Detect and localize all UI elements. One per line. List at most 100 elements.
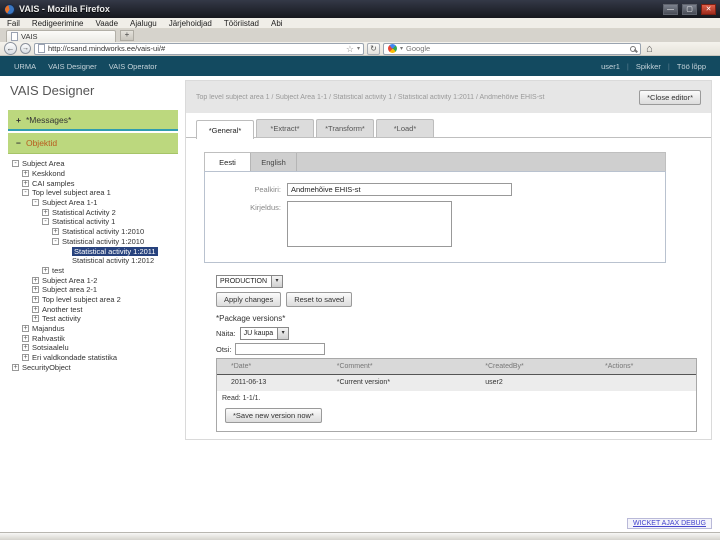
close-button[interactable]: ✕ [701, 3, 716, 15]
tree-node-label[interactable]: Majandus [32, 324, 65, 333]
filter-select[interactable]: JU kaupa ▾ [239, 327, 290, 340]
tree-node[interactable]: - Top level subject area 1 [8, 188, 178, 198]
tree-node-label[interactable]: Rahvastik [32, 334, 65, 343]
tree-expander-icon[interactable]: - [22, 189, 29, 197]
tree-node-label[interactable]: Top level subject area 2 [42, 295, 121, 304]
tree-node[interactable]: + Majandus [8, 324, 178, 334]
tree-node-label[interactable]: Test activity [42, 314, 81, 323]
tree-node-label[interactable]: Another test [42, 305, 82, 314]
tree-node[interactable]: + Keskkond [8, 169, 178, 179]
status-select[interactable]: PRODUCTION ▾ [216, 275, 284, 288]
tree-expander-icon[interactable]: + [22, 334, 29, 342]
tree-node[interactable]: Statistical activity 1:2011 [8, 246, 178, 256]
tree-expander-icon[interactable]: + [32, 276, 39, 284]
editor-tab-0[interactable]: *General* [196, 120, 254, 139]
menu-item[interactable]: Vaade [95, 19, 118, 28]
tree-expander-icon[interactable]: + [22, 354, 29, 362]
tree-expander-icon[interactable]: + [32, 295, 39, 303]
search-magnifier-icon[interactable] [630, 45, 636, 52]
accordion-messages[interactable]: + *Messages* [8, 110, 178, 131]
tree-expander-icon[interactable]: + [42, 266, 49, 274]
tree-node-label[interactable]: Subject area 2-1 [42, 285, 97, 294]
close-editor-button[interactable]: *Close editor* [639, 89, 701, 105]
tree-expander-icon[interactable]: + [22, 344, 29, 352]
tree-node[interactable]: - Statistical activity 1 [8, 217, 178, 227]
tree-node-label[interactable]: SecurityObject [22, 363, 71, 372]
chevron-down-icon[interactable]: ▾ [277, 328, 289, 339]
tree-node-label[interactable]: Statistical activity 1:2012 [72, 256, 154, 265]
lang-tab-1[interactable]: English [251, 153, 297, 171]
tree-expander-icon[interactable]: + [32, 315, 39, 323]
tree-node[interactable]: Statistical activity 1:2012 [8, 256, 178, 266]
logout-link[interactable]: Töö lõpp [677, 62, 706, 71]
apply-changes-button[interactable]: Apply changes [216, 292, 282, 307]
tree-node[interactable]: + test [8, 266, 178, 276]
tree-node-label[interactable]: Statistical Activity 2 [52, 208, 116, 217]
tree-node[interactable]: + SecurityObject [8, 362, 178, 372]
tree-node-label[interactable]: Statistical activity 1:2010 [62, 237, 144, 246]
tree-node[interactable]: + Top level subject area 2 [8, 295, 178, 305]
menu-item[interactable]: Järjehoidjad [169, 19, 212, 28]
tree-node-label[interactable]: CAI samples [32, 179, 75, 188]
lang-tab-0[interactable]: Eesti [205, 153, 251, 171]
tree-node[interactable]: + Statistical activity 1:2010 [8, 227, 178, 237]
title-input[interactable] [287, 183, 512, 196]
tree-node-label[interactable]: Eri valdkondade statistika [32, 353, 117, 362]
description-textarea[interactable] [287, 201, 452, 247]
tree-node-label[interactable]: Statistical activity 1:2011 [72, 246, 158, 256]
tree-node[interactable]: - Subject Area [8, 159, 178, 169]
tree-node[interactable]: + Subject area 2-1 [8, 285, 178, 295]
search-box[interactable]: ▾ [383, 42, 641, 55]
menu-item[interactable]: Redigeerimine [32, 19, 84, 28]
search-engine-dropdown-icon[interactable]: ▾ [400, 45, 403, 52]
tree-node-label[interactable]: Subject Area 1-2 [42, 276, 97, 285]
reload-button[interactable]: ↻ [367, 42, 380, 55]
maximize-button[interactable]: ▢ [682, 3, 697, 15]
tree-node-label[interactable]: Statistical activity 1:2010 [62, 227, 144, 236]
versions-search-input[interactable] [235, 343, 326, 355]
tree-expander-icon[interactable]: + [22, 170, 29, 178]
tree-node-label[interactable]: Top level subject area 1 [32, 188, 111, 197]
tree-expander-icon[interactable]: - [32, 199, 39, 207]
wicket-ajax-debug-link[interactable]: WICKET AJAX DEBUG [627, 518, 712, 529]
browser-tab-vais[interactable]: VAIS [6, 30, 116, 42]
tree-node[interactable]: + Test activity [8, 314, 178, 324]
tree-node-label[interactable]: Subject Area [22, 159, 65, 168]
menu-item[interactable]: Ajalugu [130, 19, 157, 28]
back-button[interactable]: ← [4, 42, 17, 55]
tree-expander-icon[interactable]: - [12, 160, 19, 168]
save-new-version-button[interactable]: *Save new version now* [225, 408, 322, 423]
menu-item[interactable]: Abi [271, 19, 283, 28]
url-input[interactable] [48, 43, 343, 54]
url-dropdown-icon[interactable]: ▾ [357, 45, 360, 52]
editor-tab-1[interactable]: *Extract* [256, 119, 314, 137]
tree-node-label[interactable]: Subject Area 1-1 [42, 198, 97, 207]
forward-button[interactable]: → [20, 43, 31, 54]
tree-expander-icon[interactable]: + [32, 305, 39, 313]
tree-expander-icon[interactable]: - [42, 218, 49, 226]
tree-expander-icon[interactable]: + [22, 325, 29, 333]
tree-node-label[interactable]: Statistical activity 1 [52, 217, 115, 226]
search-input[interactable] [406, 43, 627, 54]
tree-node[interactable]: + Sotsiaalelu [8, 343, 178, 353]
editor-tab-2[interactable]: *Transform* [316, 119, 374, 137]
menu-item[interactable]: Fail [7, 19, 20, 28]
tree-node-label[interactable]: Keskkond [32, 169, 65, 178]
tree-node[interactable]: + Subject Area 1-2 [8, 275, 178, 285]
home-button[interactable]: ⌂ [644, 43, 655, 55]
tree-expander-icon[interactable]: + [12, 363, 19, 371]
tree-node[interactable]: + CAI samples [8, 178, 178, 188]
table-row[interactable]: 2011-06-13 *Current version* user2 [217, 374, 696, 391]
tree-node[interactable]: + Statistical Activity 2 [8, 207, 178, 217]
tree-expander-icon[interactable]: + [52, 228, 59, 236]
nav-vais-designer[interactable]: VAIS Designer [48, 62, 97, 71]
tree-node-label[interactable]: Sotsiaalelu [32, 343, 69, 352]
new-tab-button[interactable]: + [120, 30, 134, 41]
tree-node-label[interactable]: test [52, 266, 64, 275]
tree-node[interactable]: - Statistical activity 1:2010 [8, 237, 178, 247]
chevron-down-icon[interactable]: ▾ [271, 276, 283, 287]
tree-expander-icon[interactable]: - [52, 237, 59, 245]
bookmark-star-icon[interactable]: ☆ [346, 44, 354, 54]
tree-node[interactable]: + Eri valdkondade statistika [8, 353, 178, 363]
menu-item[interactable]: Tööriistad [224, 19, 259, 28]
